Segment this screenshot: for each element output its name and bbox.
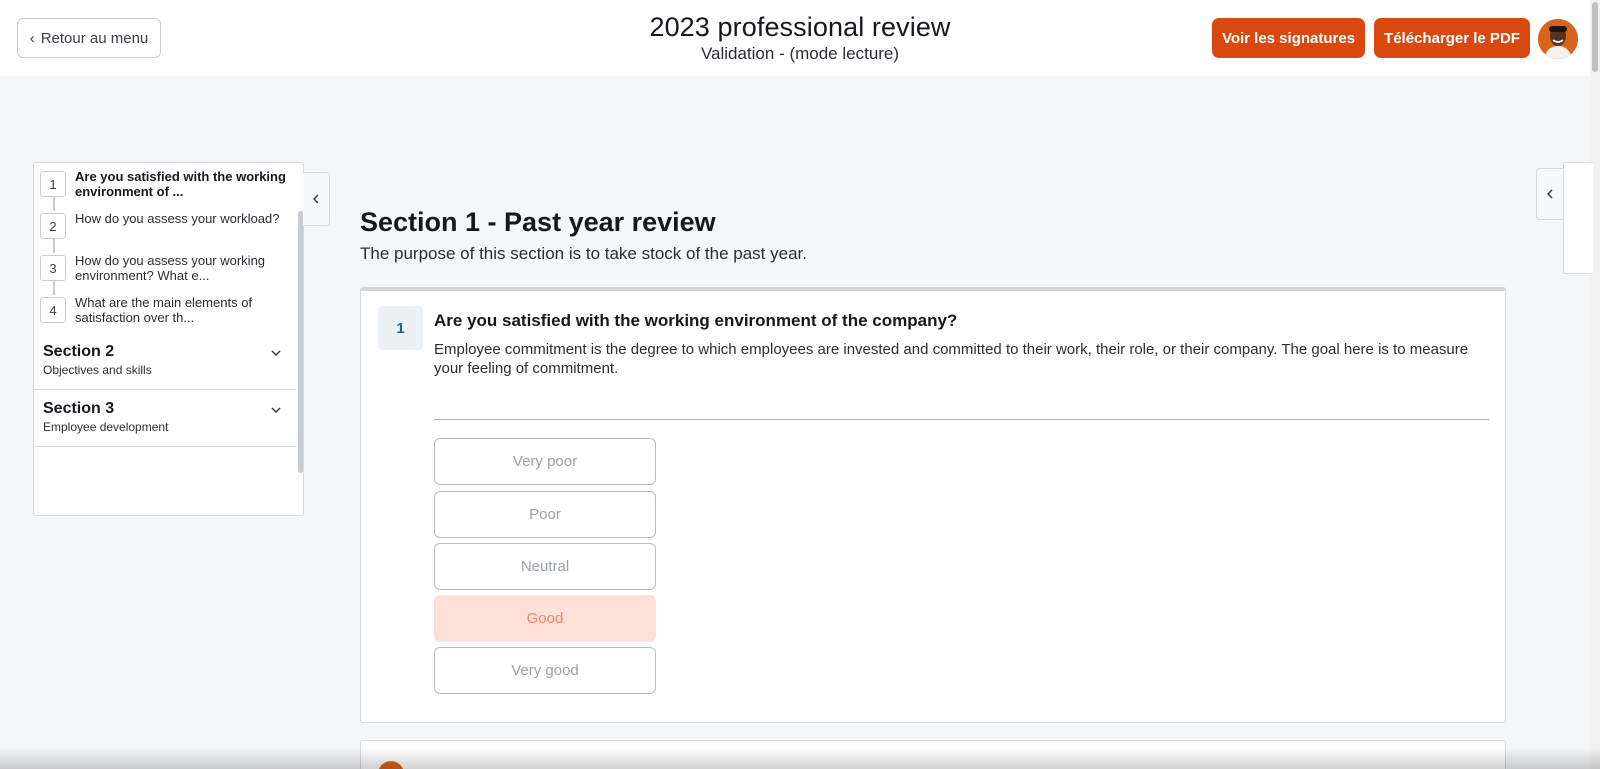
collapse-outline-button[interactable]	[303, 172, 330, 226]
view-signatures-button[interactable]: Voir les signatures	[1212, 18, 1365, 58]
choice-very-good[interactable]: Very good	[434, 647, 656, 694]
question-number: 1	[40, 171, 66, 197]
chevron-down-icon	[271, 350, 281, 357]
outline-section-2[interactable]: Section 2 Objectives and skills	[34, 333, 296, 390]
question-label: What are the main elements of satisfacti…	[75, 295, 253, 325]
chevron-left-icon: ‹	[29, 29, 35, 47]
outline-panel: 1 Are you satisfied with the working env…	[33, 162, 304, 516]
user-avatar[interactable]	[1538, 19, 1578, 59]
question-label: How do you assess your workload?	[75, 211, 280, 226]
question-description: Employee commitment is the degree to whi…	[434, 341, 1469, 377]
page-subtitle: Validation - (mode lecture)	[700, 44, 900, 63]
page-scrollbar-thumb[interactable]	[1592, 2, 1598, 72]
right-side-panel	[1563, 162, 1593, 274]
section-name: Section 2	[43, 343, 115, 360]
top-header: ‹ Retour au menu 2023 professional revie…	[0, 0, 1600, 76]
question-card: 1 Are you satisfied with the working env…	[360, 287, 1506, 723]
section-name: Section 3	[43, 400, 115, 417]
chevron-left-icon	[312, 194, 319, 204]
question-number-badge: 1	[378, 306, 423, 350]
expand-right-panel-button[interactable]	[1536, 168, 1563, 220]
outline-section-3[interactable]: Section 3 Employee development	[34, 390, 296, 447]
section-desc: Objectives and skills	[43, 363, 152, 377]
outline-scrollbar[interactable]	[298, 211, 303, 473]
divider	[434, 419, 1489, 420]
question-number: 3	[40, 255, 66, 281]
section-purpose: The purpose of this section is to take s…	[360, 244, 807, 263]
back-to-menu-label: Retour au menu	[40, 29, 149, 47]
choice-neutral[interactable]: Neutral	[434, 543, 656, 590]
title-block: 2023 professional review Validation - (m…	[500, 12, 1100, 64]
chevron-left-icon	[1546, 189, 1553, 199]
page-title: 2023 professional review	[649, 12, 951, 42]
next-question-card	[360, 740, 1506, 769]
question-number: 4	[40, 297, 66, 323]
question-number: 2	[40, 213, 66, 239]
question-title: Are you satisfied with the working envir…	[434, 311, 958, 330]
back-to-menu-button[interactable]: ‹ Retour au menu	[17, 18, 161, 58]
chevron-down-icon	[271, 407, 281, 414]
outline-question-3[interactable]: 3 How do you assess your working environ…	[34, 249, 296, 291]
download-pdf-button[interactable]: Télécharger le PDF	[1374, 18, 1530, 58]
choice-very-poor[interactable]: Very poor	[434, 438, 656, 485]
page-scrollbar[interactable]	[1590, 0, 1600, 769]
section-title: Section 1 - Past year review	[360, 207, 716, 237]
avatar-icon	[378, 761, 404, 769]
outline-question-4[interactable]: 4 What are the main elements of satisfac…	[34, 291, 296, 333]
outline-question-2[interactable]: 2 How do you assess your workload?	[34, 207, 296, 249]
question-label: Are you satisfied with the working envir…	[75, 169, 286, 199]
choice-poor[interactable]: Poor	[434, 491, 656, 538]
outline-question-1[interactable]: 1 Are you satisfied with the working env…	[34, 165, 296, 207]
avatar-icon	[1538, 19, 1578, 59]
section-desc: Employee development	[43, 420, 169, 434]
choice-good[interactable]: Good	[434, 595, 656, 642]
question-label: How do you assess your working environme…	[75, 253, 266, 283]
